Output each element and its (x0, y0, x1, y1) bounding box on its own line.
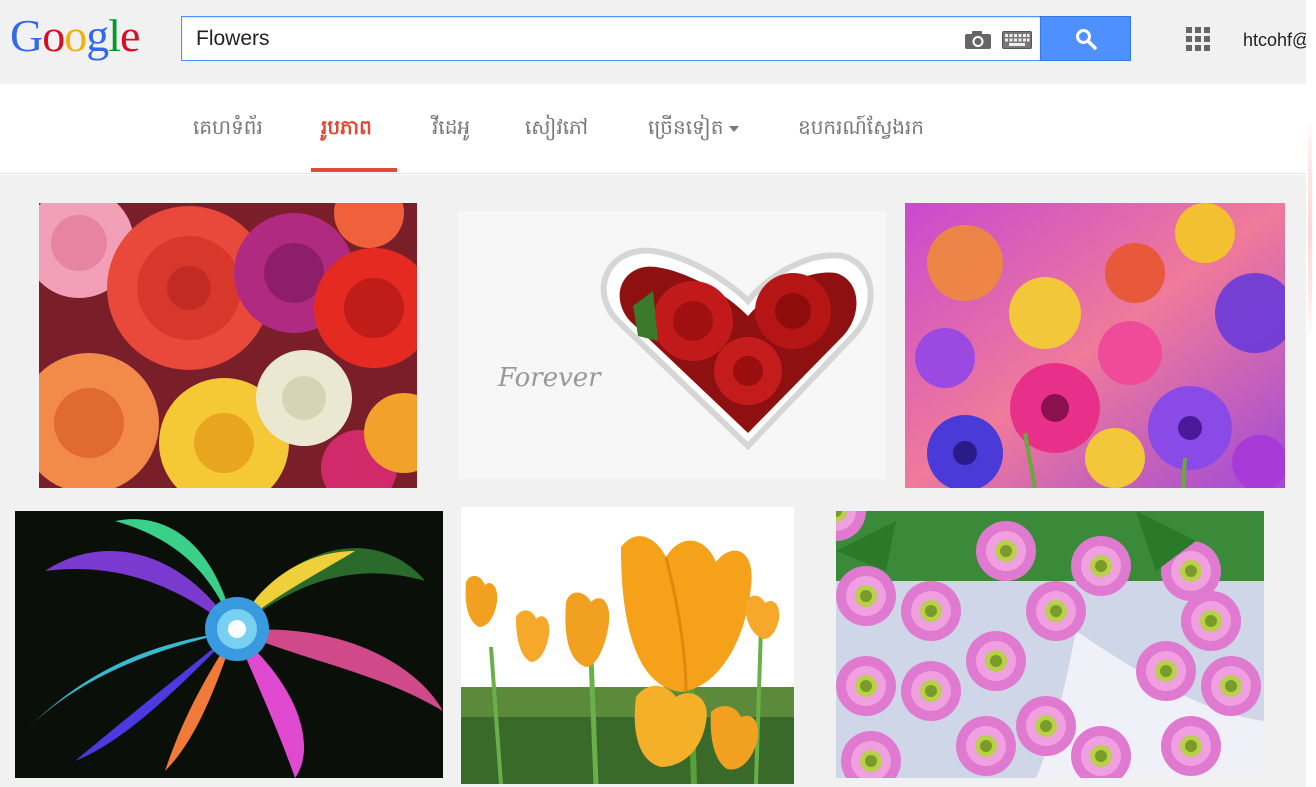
logo-letter: g (86, 10, 109, 61)
tab-more[interactable]: ច្រើនទៀត (648, 114, 740, 144)
tab-videos[interactable]: វីដេអូ (432, 114, 470, 144)
image-result-pink-chrysanthemums[interactable] (836, 511, 1264, 778)
search-input[interactable] (196, 26, 956, 52)
logo-letter: o (64, 10, 87, 61)
edge-shadow (1308, 120, 1312, 340)
tab-search-tools[interactable]: ឧបករណ៍ស្វែងរក (798, 114, 924, 144)
search-button[interactable] (1040, 16, 1131, 61)
chevron-down-icon (729, 125, 740, 132)
window-edge (1306, 0, 1316, 787)
header-bar: Google Flowers htcohf@ (0, 0, 1306, 84)
search-icon (1076, 29, 1097, 50)
search-box (181, 16, 1041, 61)
image-result-orange-tulips[interactable] (461, 507, 794, 784)
image-result-fractal-flower[interactable] (15, 511, 443, 778)
search-tabs: គេហទំព័រ រូបភាព វីដេអូ សៀវភៅ ច្រើនទៀត ឧប… (0, 84, 1306, 174)
active-tab-indicator (311, 168, 397, 172)
tab-images[interactable]: រូបភាព (321, 114, 372, 144)
apps-grid-icon[interactable] (1186, 27, 1210, 51)
image-result-heart-roses[interactable]: Forever (458, 211, 886, 479)
forever-text: Forever (497, 363, 602, 393)
image-results: Forever (0, 175, 1306, 787)
logo-letter: G (10, 10, 43, 61)
tab-web[interactable]: គេហទំព័រ (193, 114, 263, 144)
logo-letter: o (42, 10, 65, 61)
tab-more-label: ច្រើនទៀត (648, 117, 724, 139)
user-account[interactable]: htcohf@ (1243, 30, 1306, 51)
google-logo[interactable]: Google (10, 10, 140, 61)
camera-icon[interactable] (964, 30, 992, 50)
image-result-colorful-blossoms[interactable] (905, 203, 1285, 488)
keyboard-icon[interactable] (1002, 31, 1032, 49)
logo-letter: e (120, 10, 140, 61)
logo-letter: l (108, 10, 121, 61)
tab-books[interactable]: សៀវភៅ (525, 114, 588, 144)
image-result-roses[interactable] (39, 203, 417, 488)
